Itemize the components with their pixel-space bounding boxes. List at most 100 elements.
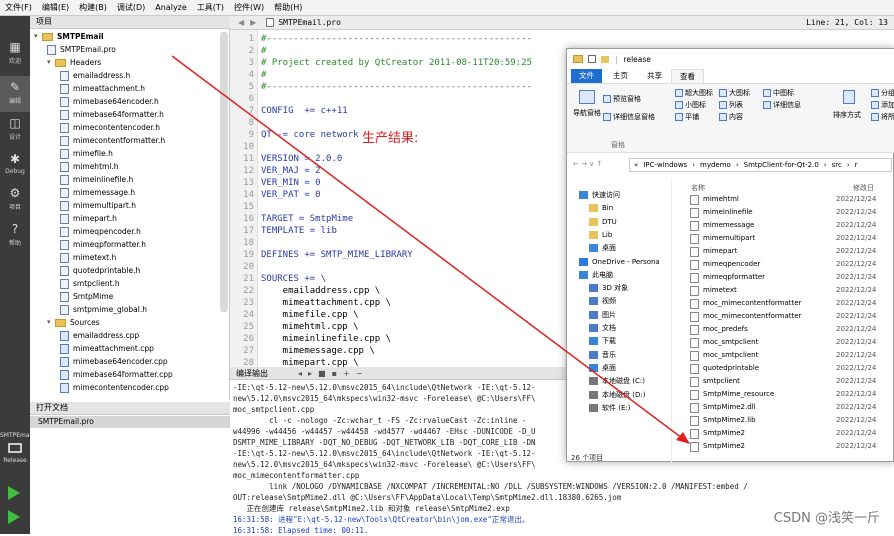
- file-row[interactable]: mimetext 2022/12/24: [690, 284, 890, 297]
- tree-item[interactable]: mimebase64encoder.cpp: [60, 355, 168, 368]
- menu-item[interactable]: 帮助(H): [269, 2, 307, 13]
- nav-item[interactable]: 文档: [589, 322, 616, 334]
- nav-item[interactable]: 本地磁盘 (D:): [589, 389, 645, 401]
- nav-item[interactable]: 音乐: [589, 349, 616, 361]
- ribbon-right-option[interactable]: 分组: [871, 88, 894, 98]
- ribbon-tab[interactable]: 查看: [671, 69, 704, 83]
- code-line[interactable]: DEFINES += SMTP_MIME_LIBRARY: [261, 249, 413, 261]
- nav-item[interactable]: 本地磁盘 (C:): [589, 375, 645, 387]
- address-segment[interactable]: r: [855, 161, 858, 169]
- file-row[interactable]: mimehtml 2022/12/24: [690, 193, 890, 206]
- navigation-pane-icon[interactable]: [579, 90, 595, 104]
- code-line[interactable]: mimemessage.cpp \: [261, 345, 375, 357]
- mode-1[interactable]: ✎ 编辑: [0, 76, 30, 112]
- nav-item[interactable]: Lib: [589, 229, 612, 241]
- nav-item[interactable]: 此电脑: [579, 269, 613, 281]
- tree-item[interactable]: mimehtml.h: [60, 160, 119, 173]
- tree-item[interactable]: mimeqpencoder.h: [60, 225, 141, 238]
- ribbon-right-option[interactable]: 将所: [871, 112, 894, 122]
- navigation-pane-button[interactable]: 导航窗格: [573, 108, 601, 118]
- code-line[interactable]: VER_MIN = 0: [261, 177, 321, 189]
- nav-item[interactable]: Bin: [589, 202, 613, 214]
- address-bar[interactable]: ← → ∨ ↑ « IPC-windows › mydemo › SmtpClient-fo…: [567, 157, 894, 173]
- code-line[interactable]: #---------------------------------------…: [261, 33, 532, 45]
- ribbon-tab[interactable]: 共享: [639, 69, 670, 83]
- mode-3[interactable]: ✱ Debug: [0, 148, 30, 184]
- expand-arrow-icon[interactable]: ▾: [34, 30, 42, 43]
- file-row[interactable]: mimepart 2022/12/24: [690, 245, 890, 258]
- tree-item[interactable]: mimeattachment.h: [60, 82, 145, 95]
- code-line[interactable]: mimeattachment.cpp \: [261, 297, 391, 309]
- tree-item[interactable]: mimeqpformatter.h: [60, 238, 146, 251]
- tree-item[interactable]: smtpclient.h: [60, 277, 120, 290]
- nav-item[interactable]: 图片: [589, 309, 616, 321]
- tree-item[interactable]: SMTPEmail.pro: [47, 43, 116, 56]
- file-row[interactable]: moc_mimecontentformatter 2022/12/24: [690, 310, 890, 323]
- nav-item[interactable]: 3D 对象: [589, 282, 628, 294]
- code-line[interactable]: VERSION = 2.0.0: [261, 153, 342, 165]
- debug-run-icon[interactable]: [8, 510, 20, 524]
- code-line[interactable]: mimeinlinefile.cpp \: [261, 333, 391, 345]
- mode-4[interactable]: ⚙ 项目: [0, 182, 30, 218]
- tree-item[interactable]: mimecontentformatter.h: [60, 134, 165, 147]
- address-segment[interactable]: ›: [736, 161, 739, 169]
- file-row[interactable]: quotedprintable 2022/12/24: [690, 362, 890, 375]
- nav-item[interactable]: 桌面: [589, 242, 616, 254]
- address-segment[interactable]: mydemo: [700, 161, 731, 169]
- code-line[interactable]: CONFIG += c++11: [261, 105, 348, 117]
- code-line[interactable]: # Project created by QtCreator 2011-08-1…: [261, 57, 532, 69]
- code-line[interactable]: mimehtml.cpp \: [261, 321, 359, 333]
- menu-item[interactable]: Analyze: [150, 3, 192, 12]
- file-row[interactable]: mimeqpencoder 2022/12/24: [690, 258, 890, 271]
- layout-option[interactable]: 中图标: [763, 88, 794, 98]
- layout-option[interactable]: 详细信息: [763, 100, 801, 110]
- file-row[interactable]: mimeinlinefile 2022/12/24: [690, 206, 890, 219]
- nav-item[interactable]: DTU: [589, 216, 617, 228]
- layout-option[interactable]: 超大图标: [675, 88, 713, 98]
- layout-option[interactable]: 大图标: [719, 88, 750, 98]
- details-pane-button[interactable]: 详细信息窗格: [603, 112, 655, 122]
- tree-item[interactable]: mimeattachment.cpp: [60, 342, 154, 355]
- expand-arrow-icon[interactable]: ▾: [47, 56, 55, 69]
- expand-arrow-icon[interactable]: ▾: [47, 316, 55, 329]
- code-line[interactable]: #---------------------------------------…: [261, 81, 532, 93]
- address-box[interactable]: « IPC-windows › mydemo › SmtpClient-for-Qt-2.…: [629, 158, 892, 172]
- menu-item[interactable]: 构建(B): [74, 2, 112, 13]
- tree-item[interactable]: ▾ Sources: [47, 316, 100, 329]
- code-line[interactable]: VER_MAJ = 2: [261, 165, 321, 177]
- tree-item[interactable]: SmtpMime: [60, 290, 113, 303]
- file-row[interactable]: mimeqpformatter 2022/12/24: [690, 271, 890, 284]
- file-row[interactable]: moc_mimecontentformatter 2022/12/24: [690, 297, 890, 310]
- preview-pane-button[interactable]: 预览窗格: [603, 94, 641, 104]
- mode-0[interactable]: ▦ 欢迎: [0, 36, 30, 72]
- menu-item[interactable]: 工具(T): [192, 2, 229, 13]
- editor-file-name[interactable]: SMTPEmail.pro: [278, 18, 341, 27]
- layout-option[interactable]: 平铺: [675, 112, 699, 122]
- nav-item[interactable]: 视频: [589, 295, 616, 307]
- file-row[interactable]: moc_predefs 2022/12/24: [690, 323, 890, 336]
- mode-2[interactable]: ◫ 设计: [0, 112, 30, 148]
- menu-item[interactable]: 调试(D): [112, 2, 150, 13]
- tree-item[interactable]: ▾ Headers: [47, 56, 101, 69]
- tree-item[interactable]: mimecontentencoder.h: [60, 121, 160, 134]
- code-line[interactable]: mimefile.cpp \: [261, 309, 359, 321]
- code-line[interactable]: VER_PAT = 0: [261, 189, 321, 201]
- tree-item[interactable]: mimebase64formatter.h: [60, 108, 164, 121]
- nav-item[interactable]: OneDrive - Persona: [579, 256, 660, 268]
- output-toolbar-icons[interactable]: ◂▸■▪+−: [298, 369, 368, 378]
- menu-item[interactable]: 控件(W): [229, 2, 269, 13]
- file-row[interactable]: mimemessage 2022/12/24: [690, 219, 890, 232]
- code-line[interactable]: #: [261, 69, 266, 81]
- file-row[interactable]: moc_smtpclient 2022/12/24: [690, 349, 890, 362]
- code-line[interactable]: #: [261, 45, 266, 57]
- menu-item[interactable]: 文件(F): [0, 2, 37, 13]
- tree-item[interactable]: mimefile.h: [60, 147, 113, 160]
- file-row[interactable]: moc_smtpclient 2022/12/24: [690, 336, 890, 349]
- tree-item[interactable]: ▾ SMTPEmail: [34, 30, 104, 43]
- file-row[interactable]: SmtpMime2 2022/12/24: [690, 440, 890, 453]
- run-icon[interactable]: [8, 486, 20, 500]
- code-line[interactable]: TEMPLATE = lib: [261, 225, 337, 237]
- address-segment[interactable]: src: [832, 161, 842, 169]
- tree-item[interactable]: mimemessage.h: [60, 186, 135, 199]
- file-row[interactable]: SmtpMime2.dll 2022/12/24: [690, 401, 890, 414]
